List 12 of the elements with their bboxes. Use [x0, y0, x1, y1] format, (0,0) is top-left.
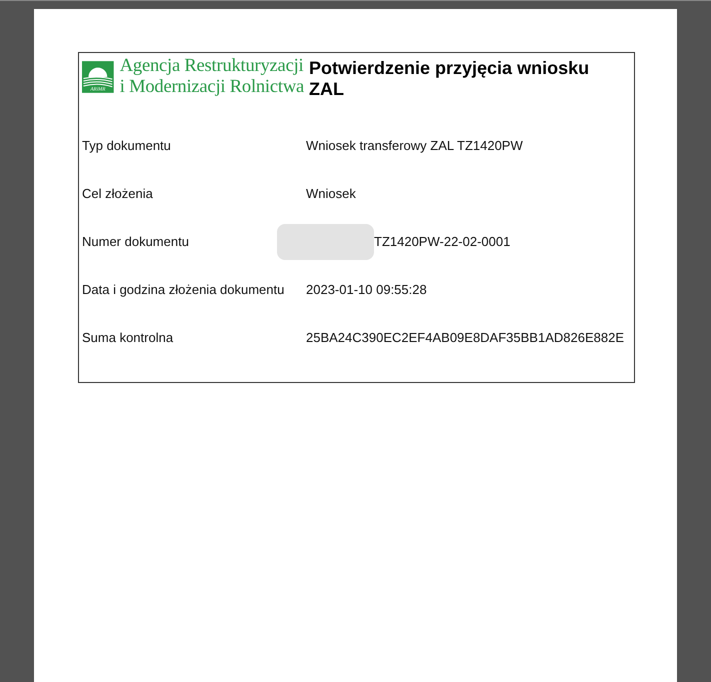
field-label: Data i godzina złożenia dokumentu	[82, 282, 286, 297]
field-value: Wniosek transferowy ZAL TZ1420PW	[306, 138, 523, 153]
field-label: Cel złożenia	[82, 186, 154, 201]
field-value: TZ1420PW-22-02-0001	[374, 234, 510, 249]
field-value: 2023-01-10 09:55:28	[306, 282, 427, 297]
document-title: Potwierdzenie przyjęcia wniosku ZAL	[309, 58, 590, 100]
agency-name: Agencja Restrukturyzacji i Modernizacji Rolnictwa	[120, 56, 304, 98]
field-label: Typ dokumentu	[82, 138, 172, 153]
field-label: Numer dokumentu	[82, 234, 190, 249]
field-value: 25BA24C390EC2EF4AB09E8DAF35BB1AD826E882E	[306, 330, 624, 345]
field-value: Wniosek	[306, 186, 356, 201]
field-label: Suma kontrolna	[82, 330, 174, 345]
